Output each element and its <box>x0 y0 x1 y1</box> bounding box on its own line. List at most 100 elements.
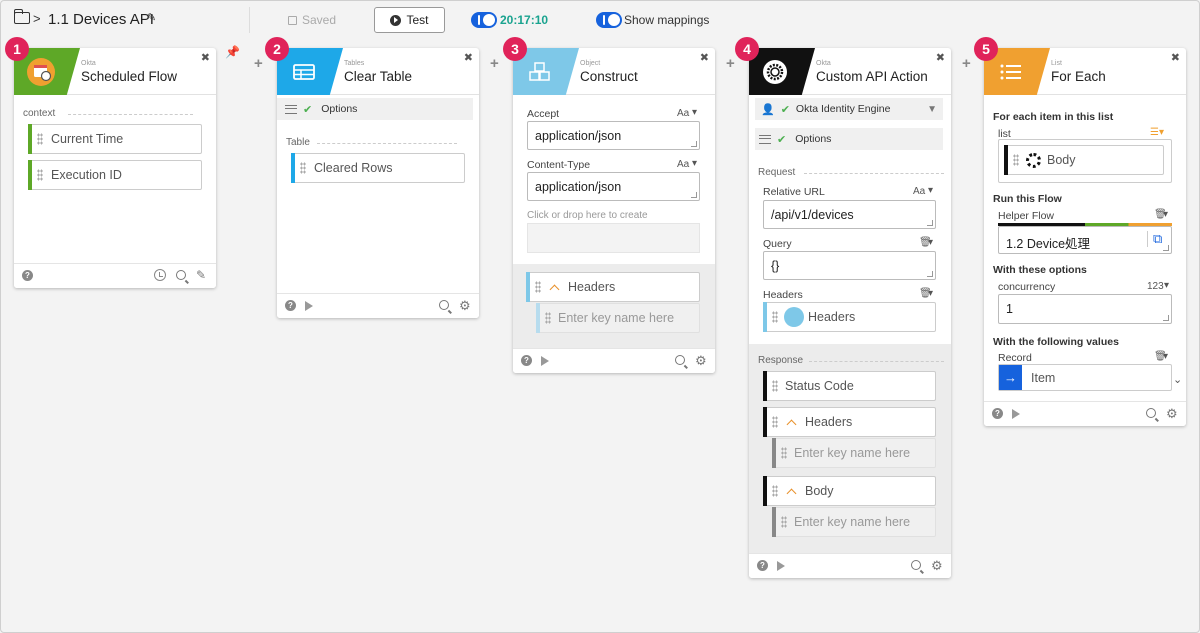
card-clear-table[interactable]: Tables Clear Table ✖ ✔ Options Table Cle… <box>277 48 479 318</box>
card-for-each[interactable]: List For Each ✖ For each item in this li… <box>984 48 1186 426</box>
gear-icon[interactable]: ⚙ <box>459 298 471 314</box>
output-token[interactable]: Body <box>763 476 936 506</box>
drag-handle-icon[interactable] <box>781 447 787 459</box>
headers-mapped-token[interactable]: Headers <box>763 302 936 332</box>
search-icon[interactable] <box>1146 408 1156 418</box>
output-token[interactable]: Current Time <box>28 124 202 154</box>
chevron-down-icon[interactable]: ▾ <box>928 185 933 196</box>
drag-handle-icon[interactable] <box>772 485 778 497</box>
run-play-icon[interactable] <box>1012 409 1020 419</box>
help-icon[interactable]: ? <box>757 560 768 571</box>
list-type-icon[interactable]: ☰▾ <box>1150 127 1164 138</box>
output-token[interactable]: Execution ID <box>28 160 202 190</box>
output-token[interactable]: Cleared Rows <box>291 153 465 183</box>
gear-icon[interactable]: ⚙ <box>695 353 707 369</box>
collapse-caret-icon[interactable] <box>786 419 797 429</box>
help-icon[interactable]: ? <box>22 270 33 281</box>
text-type-selector[interactable]: Aa <box>677 159 689 170</box>
close-icon[interactable]: ✖ <box>936 51 945 64</box>
help-icon[interactable]: ? <box>992 408 1003 419</box>
drag-handle-icon[interactable] <box>772 311 778 323</box>
drag-handle-icon[interactable] <box>781 516 787 528</box>
search-icon[interactable] <box>911 560 921 570</box>
external-link-icon[interactable]: ⧉ <box>1147 231 1162 247</box>
search-icon[interactable] <box>439 300 449 310</box>
card-construct[interactable]: Object Construct ✖ Accept Aa ▾ applicati… <box>513 48 715 373</box>
close-icon[interactable]: ✖ <box>1171 51 1180 64</box>
add-step-plus-icon[interactable]: + <box>490 55 499 72</box>
run-play-icon[interactable] <box>541 356 549 366</box>
query-input[interactable]: {} <box>763 251 936 280</box>
run-play-icon[interactable] <box>777 561 785 571</box>
chevron-down-icon[interactable]: ▾ <box>692 158 697 169</box>
help-icon[interactable]: ? <box>521 355 532 366</box>
drag-handle-icon[interactable] <box>300 162 306 174</box>
gear-icon[interactable]: ⚙ <box>931 558 943 574</box>
key-name-input[interactable]: Enter key name here <box>536 303 700 333</box>
sliders-icon <box>759 134 771 144</box>
flow-title[interactable]: 1.1 Devices API <box>48 11 154 28</box>
add-step-plus-icon[interactable]: + <box>962 55 971 72</box>
folder-icon[interactable] <box>13 9 30 24</box>
chevron-down-icon[interactable]: ▾ <box>692 107 697 118</box>
clock-icon[interactable] <box>154 269 166 281</box>
drop-zone[interactable] <box>527 223 700 253</box>
options-row[interactable]: ✔ Options <box>755 128 943 150</box>
relative-url-input[interactable]: /api/v1/devices <box>763 200 936 229</box>
drag-handle-icon[interactable] <box>772 416 778 428</box>
card-footer: ? ⚙ <box>277 293 479 318</box>
add-step-plus-icon[interactable]: + <box>726 55 735 72</box>
connection-row[interactable]: 👤 ✔ Okta Identity Engine ▼ <box>755 98 943 120</box>
chevron-down-icon[interactable]: ▾ <box>1163 351 1168 362</box>
drag-handle-icon[interactable] <box>545 312 551 324</box>
card-custom-api-action[interactable]: Okta Custom API Action ✖ 👤 ✔ Okta Identi… <box>749 48 951 578</box>
number-type-selector[interactable]: 123 <box>1147 281 1164 292</box>
key-name-input[interactable]: Enter key name here <box>772 438 936 468</box>
pencil-icon[interactable]: ✎ <box>196 268 206 282</box>
card-scheduled-flow[interactable]: Okta Scheduled Flow ✖ context Current Ti… <box>14 48 216 288</box>
show-mappings-toggle[interactable] <box>596 12 622 28</box>
run-play-icon[interactable] <box>305 301 313 311</box>
chevron-down-icon[interactable]: ▾ <box>928 237 933 248</box>
text-type-selector[interactable]: Aa <box>677 108 689 119</box>
output-token[interactable]: Status Code <box>763 371 936 401</box>
concurrency-input[interactable]: 1 <box>998 294 1172 324</box>
close-icon[interactable]: ✖ <box>700 51 709 64</box>
drag-handle-icon[interactable] <box>37 133 43 145</box>
search-icon[interactable] <box>675 355 685 365</box>
chevron-down-icon[interactable]: ▾ <box>1164 280 1169 291</box>
close-icon[interactable]: ✖ <box>201 51 210 64</box>
helper-flow-select[interactable]: 1.2 Device処理 <box>998 226 1172 254</box>
chevron-down-icon[interactable]: ▾ <box>928 288 933 299</box>
record-token[interactable]: → Item <box>998 364 1172 391</box>
drag-handle-icon[interactable] <box>37 169 43 181</box>
text-type-selector[interactable]: Aa <box>913 186 925 197</box>
chevron-down-icon[interactable]: ▼ <box>927 104 937 115</box>
drag-handle-icon[interactable] <box>772 380 778 392</box>
gear-icon[interactable]: ⚙ <box>1166 406 1178 422</box>
token-color-bar <box>526 272 530 302</box>
drag-handle-icon[interactable] <box>1013 154 1019 166</box>
chevron-down-icon[interactable]: ▾ <box>1163 209 1168 220</box>
test-button[interactable]: Test <box>374 7 445 33</box>
close-icon[interactable]: ✖ <box>464 51 473 64</box>
help-icon[interactable]: ? <box>285 300 296 311</box>
output-token[interactable]: Headers <box>763 407 936 437</box>
accept-input[interactable]: application/json <box>527 121 700 150</box>
chevron-down-icon[interactable]: ⌄ <box>1173 373 1182 386</box>
body-mapped-token[interactable]: Body <box>1004 145 1164 175</box>
collapse-caret-icon[interactable] <box>549 284 560 294</box>
flow-on-toggle[interactable] <box>471 12 497 28</box>
options-row[interactable]: ✔ Options <box>277 98 473 120</box>
key-name-input[interactable]: Enter key name here <box>772 507 936 537</box>
search-icon[interactable] <box>176 270 186 280</box>
key-placeholder: Enter key name here <box>794 446 911 460</box>
connection-name: Okta Identity Engine <box>795 103 891 115</box>
drag-handle-icon[interactable] <box>535 281 541 293</box>
collapse-caret-icon[interactable] <box>786 488 797 498</box>
headers-token[interactable]: Headers <box>526 272 700 302</box>
pin-icon[interactable]: 📌 <box>225 45 240 59</box>
add-step-plus-icon[interactable]: + <box>254 55 263 72</box>
content-type-input[interactable]: application/json <box>527 172 700 201</box>
rename-pencil-icon[interactable]: ✎ <box>147 11 156 24</box>
